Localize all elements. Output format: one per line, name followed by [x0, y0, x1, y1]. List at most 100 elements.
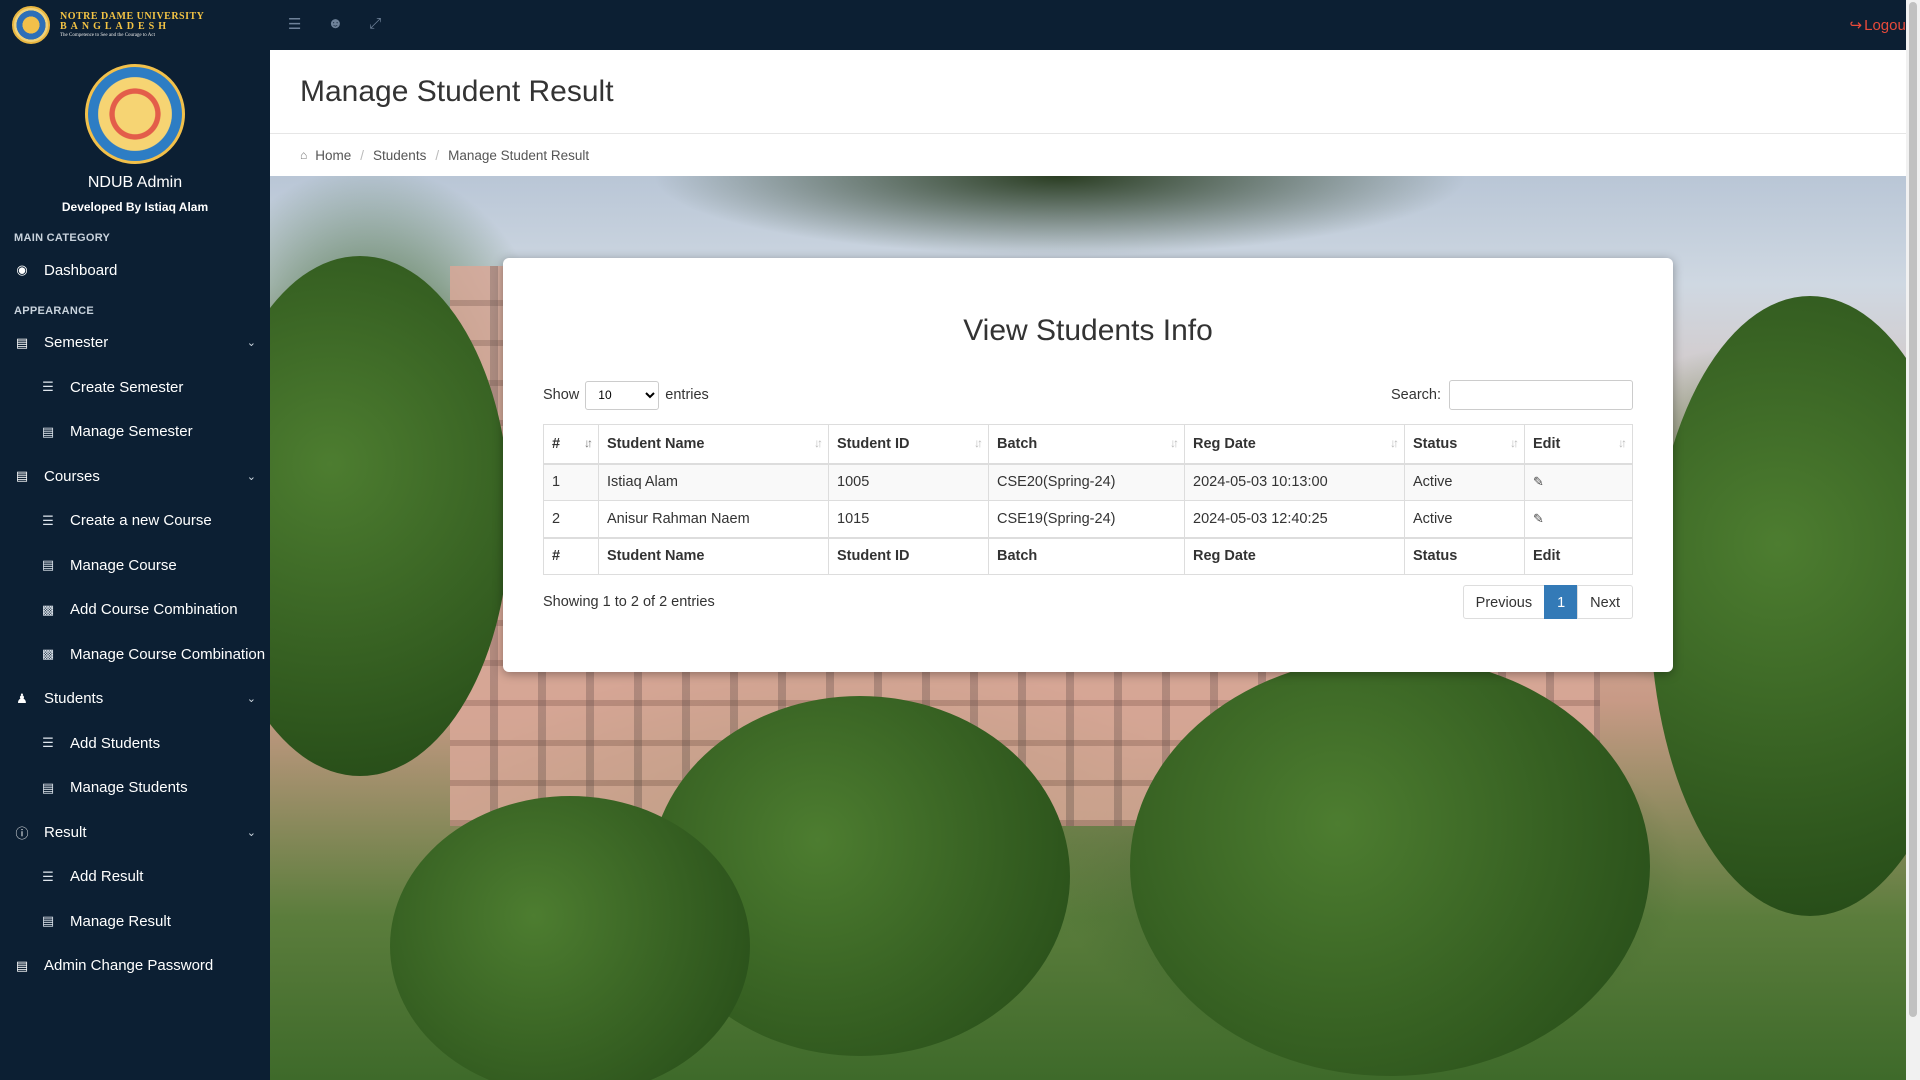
page-1-button[interactable]: 1	[1544, 585, 1579, 619]
sidebar-item-label: Add Course Combination	[70, 601, 238, 619]
sidebar-item-manage-course-combination[interactable]: ▩ Manage Course Combination	[0, 632, 270, 677]
column-header-reg-date[interactable]: Reg Date ↓↑	[1184, 424, 1405, 465]
table-info: Showing 1 to 2 of 2 entries	[543, 594, 715, 610]
sidebar: NDUB Admin Developed By Istiaq Alam MAIN…	[0, 50, 270, 1080]
sidebar-item-label: Semester	[44, 334, 109, 352]
sidebar-item-semester[interactable]: ▤ Semester ⌄	[0, 321, 270, 366]
cell-number: 1	[543, 463, 599, 501]
chevron-down-icon: ⌄	[246, 337, 256, 350]
column-header-student-name[interactable]: Student Name ↓↑	[598, 424, 829, 465]
page-length-select[interactable]: 10	[585, 380, 660, 410]
table-row: 1 Istiaq Alam 1005 CSE20(Spring-24) 2024…	[543, 463, 1633, 501]
sidebar-item-courses[interactable]: ▤ Courses ⌄	[0, 454, 270, 499]
info-circle-icon: ⓘ	[15, 825, 29, 841]
sidebar-item-result[interactable]: ⓘ Result ⌄	[0, 810, 270, 855]
id-card-icon: ▩	[41, 601, 55, 617]
sort-icon: ↓↑	[1170, 436, 1179, 450]
id-card-icon: ▩	[41, 646, 55, 662]
sidebar-item-create-semester[interactable]: ☰ Create Semester	[0, 365, 270, 410]
sidebar-item-manage-course[interactable]: ▤ Manage Course	[0, 543, 270, 588]
entries-label: entries	[665, 387, 709, 403]
column-header-status[interactable]: Status ↓↑	[1404, 424, 1525, 465]
sort-icon: ↓↑	[974, 436, 983, 450]
cell-student-id: 1005	[828, 463, 989, 501]
column-header-student-id[interactable]: Student ID ↓↑	[828, 424, 989, 465]
sidebar-item-create-course[interactable]: ☰ Create a new Course	[0, 499, 270, 544]
cell-edit: ✎	[1524, 500, 1633, 538]
table-icon: ▤	[41, 423, 55, 439]
logout-button[interactable]: ↪ Logout	[1849, 16, 1910, 35]
university-seal-icon	[12, 6, 50, 44]
column-footer-edit: Edit	[1524, 536, 1633, 575]
list-icon: ☰	[42, 735, 54, 751]
list-icon: ☰	[42, 379, 54, 395]
cell-status: Active	[1404, 463, 1525, 501]
scrollbar[interactable]	[1906, 0, 1920, 1080]
brand-tagline: The Competence to See and the Courage to…	[60, 32, 155, 38]
search-input[interactable]	[1449, 380, 1633, 410]
top-navbar: NOTRE DAME UNIVERSITY BANGLADESH The Com…	[0, 0, 1920, 50]
column-footer-student-id: Student ID	[828, 536, 989, 575]
breadcrumb-students[interactable]: Students	[373, 148, 426, 163]
sidebar-item-label: Manage Course	[70, 556, 177, 574]
cell-batch: CSE19(Spring-24)	[988, 500, 1185, 538]
cell-edit: ✎	[1524, 463, 1633, 501]
sort-asc-icon: ↓↑	[584, 436, 593, 450]
sidebar-item-label: Manage Result	[70, 912, 171, 930]
main-content: Manage Student Result ⌂ Home / Students …	[270, 50, 1906, 1080]
column-footer-reg-date: Reg Date	[1184, 536, 1405, 575]
table-icon: ▤	[41, 779, 55, 795]
previous-button[interactable]: Previous	[1462, 585, 1546, 619]
sidebar-item-label: Manage Semester	[70, 423, 193, 441]
sort-icon: ↓↑	[814, 436, 823, 450]
breadcrumb-home[interactable]: Home	[315, 148, 351, 163]
brand-logo[interactable]: NOTRE DAME UNIVERSITY BANGLADESH The Com…	[0, 0, 270, 50]
table-icon: ▤	[41, 913, 55, 929]
sort-icon: ↓↑	[1510, 436, 1519, 450]
page-header: Manage Student Result	[270, 50, 1906, 134]
column-header-edit[interactable]: Edit ↓↑	[1524, 424, 1633, 465]
sidebar-item-manage-students[interactable]: ▤ Manage Students	[0, 766, 270, 811]
sidebar-item-add-result[interactable]: ☰ Add Result	[0, 855, 270, 900]
sidebar-item-add-course-combination[interactable]: ▩ Add Course Combination	[0, 588, 270, 633]
sidebar-item-label: Dashboard	[44, 261, 118, 279]
sidebar-item-dashboard[interactable]: ◉ Dashboard	[0, 248, 270, 293]
column-header-batch[interactable]: Batch ↓↑	[988, 424, 1185, 465]
sidebar-item-label: Manage Course Combination	[70, 645, 266, 663]
students-table: # ↓↑ Student Name ↓↑ Student ID ↓↑ Batch ↓↑ …	[543, 424, 1633, 575]
section-main-category: MAIN CATEGORY	[14, 232, 111, 244]
list-icon[interactable]: ☰	[288, 15, 301, 33]
column-header-number[interactable]: # ↓↑	[543, 424, 599, 465]
edit-icon[interactable]: ✎	[1533, 474, 1544, 489]
expand-icon[interactable]: ⤢	[369, 15, 381, 33]
students-info-card: View Students Info Show 10 entries Searc…	[503, 258, 1673, 672]
cell-reg-date: 2024-05-03 12:40:25	[1184, 500, 1405, 538]
breadcrumb-current: Manage Student Result	[448, 147, 590, 163]
search-label: Search:	[1391, 387, 1441, 403]
sidebar-item-label: Result	[44, 823, 87, 841]
next-button[interactable]: Next	[1577, 585, 1633, 619]
brand-line-2: BANGLADESH	[60, 21, 171, 33]
sidebar-item-add-students[interactable]: ☰ Add Students	[0, 721, 270, 766]
users-icon: ♟	[16, 690, 28, 706]
sidebar-item-admin-change-password[interactable]: ▤ Admin Change Password	[0, 944, 270, 989]
breadcrumb: ⌂ Home / Students / Manage Student Resul…	[270, 134, 1906, 176]
university-logo-icon	[85, 64, 185, 164]
column-footer-batch: Batch	[988, 536, 1185, 575]
table-icon: ▤	[41, 557, 55, 573]
sidebar-item-students[interactable]: ♟ Students ⌄	[0, 677, 270, 722]
logout-label: Logout	[1864, 16, 1910, 34]
sidebar-item-manage-semester[interactable]: ▤ Manage Semester	[0, 410, 270, 455]
sidebar-item-manage-result[interactable]: ▤ Manage Result	[0, 899, 270, 944]
user-icon[interactable]: ☻	[327, 15, 343, 33]
logout-icon: ↪	[1849, 17, 1863, 34]
admin-name: NDUB Admin	[87, 174, 183, 191]
cell-batch: CSE20(Spring-24)	[988, 463, 1185, 501]
scrollbar-thumb[interactable]	[1909, 2, 1917, 1017]
card-title: View Students Info	[963, 314, 1213, 347]
edit-icon[interactable]: ✎	[1533, 511, 1544, 526]
section-appearance: APPEARANCE	[14, 304, 95, 317]
page-title: Manage Student Result	[300, 74, 614, 108]
cell-reg-date: 2024-05-03 10:13:00	[1184, 463, 1405, 501]
search-control: Search:	[1391, 380, 1633, 410]
